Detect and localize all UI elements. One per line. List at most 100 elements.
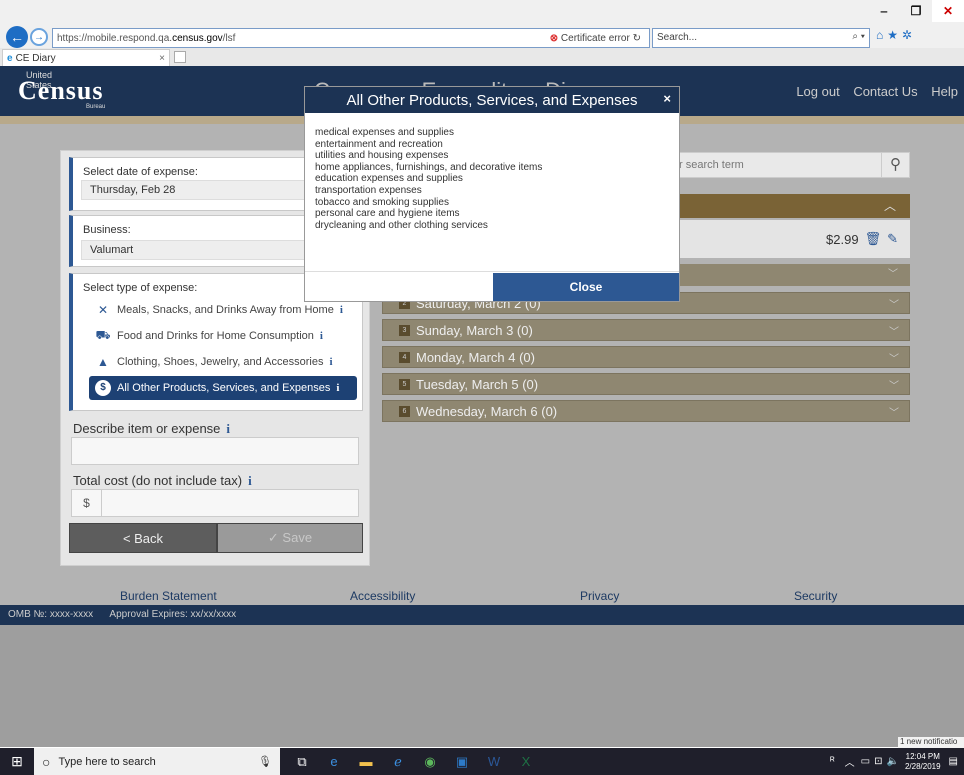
edge-icon[interactable]: e: [318, 748, 350, 775]
list-item: utilities and housing expenses: [315, 150, 449, 162]
edit-pencil-icon[interactable]: ✎: [887, 231, 898, 247]
info-icon[interactable]: i: [248, 473, 252, 488]
chevron-up-icon[interactable]: ︿: [845, 754, 855, 769]
cost-input[interactable]: $: [71, 489, 359, 517]
describe-input[interactable]: [71, 437, 359, 465]
list-item: tobacco and smoking supplies: [315, 196, 449, 208]
day-row[interactable]: 4 Monday, March 4 (0) ﹀: [382, 346, 910, 368]
browser-titlebar: ‒ ❐ ✕ ← → https://mobile.respond.qa.cens…: [0, 0, 964, 48]
search-icon[interactable]: ⚲: [881, 153, 909, 177]
tab-row: e CE Diary ×: [0, 48, 964, 66]
logout-link[interactable]: Log out: [796, 84, 839, 99]
expense-entry: $2.99 🗑 ✎: [670, 220, 910, 258]
expense-type-food-home[interactable]: ⛟ Food and Drinks for Home Consumption i: [89, 324, 357, 348]
restore-button[interactable]: ❐: [900, 0, 932, 22]
people-icon[interactable]: ᴿ: [830, 756, 835, 767]
action-center-icon[interactable]: ▤: [949, 756, 958, 767]
expense-type-label: Select type of expense:: [83, 282, 198, 294]
gear-icon[interactable]: ✲: [902, 28, 916, 42]
privacy-link[interactable]: Privacy: [580, 589, 619, 603]
modal-close-button[interactable]: Close: [493, 273, 679, 301]
modal-close-icon[interactable]: ×: [663, 91, 671, 106]
calendar-icon: 5: [399, 378, 410, 390]
chevron-down-icon: ﹀: [889, 299, 899, 311]
utensils-icon: ✕: [97, 303, 109, 317]
modal-divider: [305, 271, 679, 272]
word-icon[interactable]: W: [478, 748, 510, 775]
chrome-icon[interactable]: ◉: [414, 748, 446, 775]
save-button[interactable]: ✓ Save: [217, 523, 363, 553]
certificate-error[interactable]: ⊗ Certificate error ↻: [550, 33, 641, 44]
omb-bar: OMB №: xxxx-xxxx Approval Expires: xx/xx…: [0, 605, 964, 625]
expense-amount: $2.99: [826, 231, 859, 247]
browser-tab[interactable]: e CE Diary ×: [2, 49, 170, 66]
day-row-friday[interactable]: ﹀: [670, 264, 910, 286]
new-tab-button[interactable]: [174, 51, 186, 63]
microphone-icon[interactable]: 🎙: [258, 755, 272, 768]
info-icon[interactable]: i: [336, 382, 339, 394]
excel-icon[interactable]: X: [510, 748, 542, 775]
day-row[interactable]: 5 Tuesday, March 5 (0) ﹀: [382, 373, 910, 395]
network-icon[interactable]: ⊡: [874, 756, 882, 767]
address-bar[interactable]: https://mobile.respond.qa.census.gov/lsf…: [52, 28, 650, 48]
search-icon[interactable]: ⌕ ▾: [852, 31, 865, 42]
calendar-icon: 3: [399, 324, 410, 336]
system-tray: ᴿ ︿ ▭ ⊡ 🔈 12:04 PM 2/28/2019 ▤: [830, 752, 964, 772]
address-url: https://mobile.respond.qa.census.gov/lsf: [57, 32, 236, 44]
window-close-button[interactable]: ✕: [932, 0, 964, 22]
minimize-button[interactable]: ‒: [868, 0, 900, 22]
expense-type-clothing[interactable]: ▲ Clothing, Shoes, Jewelry, and Accessor…: [89, 350, 357, 374]
info-icon[interactable]: i: [340, 304, 343, 316]
help-link[interactable]: Help: [931, 84, 958, 99]
clock[interactable]: 12:04 PM 2/28/2019: [905, 752, 941, 772]
windows-taskbar: ⊞ ○ Type here to search 🎙 ⧉ e ▬ ℯ ◉ ▣ W …: [0, 748, 964, 775]
favorites-star-icon[interactable]: ★: [887, 28, 902, 42]
refresh-icon[interactable]: ↻: [633, 33, 641, 44]
outlook-icon[interactable]: ▣: [446, 748, 478, 775]
chevron-down-icon: ﹀: [889, 407, 899, 419]
notification-toast[interactable]: 1 new notificatio: [898, 737, 964, 748]
business-label: Business:: [83, 224, 131, 236]
info-modal: All Other Products, Services, and Expens…: [304, 86, 680, 302]
day-header-expanded[interactable]: ︿: [670, 194, 910, 218]
windows-start-icon[interactable]: ⊞: [0, 748, 34, 775]
trash-icon[interactable]: 🗑: [865, 231, 882, 247]
info-icon[interactable]: i: [329, 356, 332, 368]
file-explorer-icon[interactable]: ▬: [350, 748, 382, 775]
day-row[interactable]: 6 Wednesday, March 6 (0) ﹀: [382, 400, 910, 422]
accessibility-link[interactable]: Accessibility: [350, 589, 415, 603]
dollar-icon: $: [95, 380, 111, 396]
contact-us-link[interactable]: Contact Us: [853, 84, 917, 99]
diary-search-input[interactable]: r search term ⚲: [670, 152, 910, 178]
modal-item-list: medical expenses and supplies entertainm…: [315, 127, 542, 231]
currency-prefix: $: [72, 490, 102, 516]
tab-close-icon[interactable]: ×: [159, 53, 165, 64]
browser-forward-button[interactable]: →: [30, 28, 48, 46]
info-icon[interactable]: i: [320, 330, 323, 342]
list-item: drycleaning and other clothing services: [315, 219, 488, 231]
shirt-icon: ▲: [97, 355, 109, 369]
back-button[interactable]: < Back: [69, 523, 217, 553]
security-link[interactable]: Security: [794, 589, 837, 603]
burden-statement-link[interactable]: Burden Statement: [120, 589, 217, 603]
header-links: Log out Contact Us Help: [786, 84, 958, 99]
taskbar-search[interactable]: ○ Type here to search 🎙: [34, 748, 280, 775]
list-item: entertainment and recreation: [315, 138, 443, 150]
omb-number: OMB №: xxxx-xxxx: [8, 609, 94, 620]
chevron-up-icon: ︿: [883, 199, 896, 213]
home-icon[interactable]: ⌂: [876, 28, 887, 42]
internet-explorer-icon[interactable]: ℯ: [382, 748, 414, 775]
battery-icon[interactable]: ▭: [861, 756, 870, 767]
window-controls: ‒ ❐ ✕: [868, 0, 964, 22]
browser-search-input[interactable]: Search... ⌕ ▾: [652, 28, 870, 48]
cost-label: Total cost (do not include tax) i: [73, 473, 252, 488]
chevron-down-icon: ﹀: [889, 353, 899, 365]
task-view-icon[interactable]: ⧉: [286, 748, 318, 775]
expense-type-other[interactable]: $ All Other Products, Services, and Expe…: [89, 376, 357, 400]
list-item: education expenses and supplies: [315, 173, 463, 185]
modal-title: All Other Products, Services, and Expens…: [346, 91, 638, 109]
day-row[interactable]: 3 Sunday, March 3 (0) ﹀: [382, 319, 910, 341]
volume-icon[interactable]: 🔈: [887, 756, 899, 767]
browser-back-button[interactable]: ←: [6, 26, 28, 48]
info-icon[interactable]: i: [226, 421, 230, 436]
